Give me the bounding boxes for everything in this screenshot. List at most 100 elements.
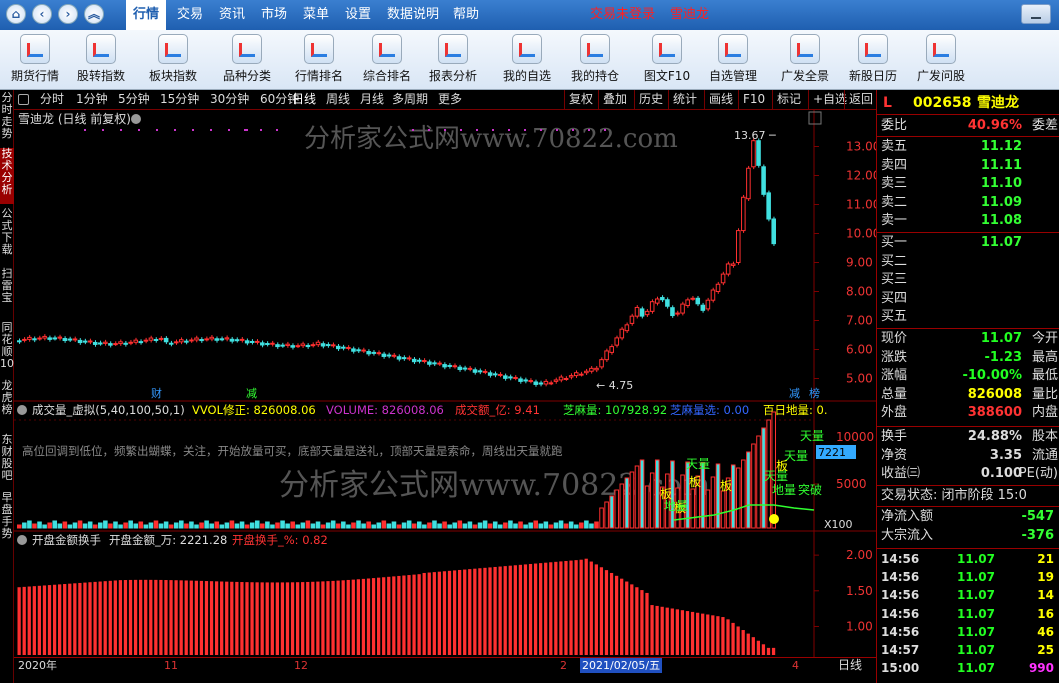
left-nav-item[interactable]: 早盘手势	[0, 492, 14, 540]
tool-7[interactable]: +自选	[808, 90, 847, 109]
open-bar	[73, 583, 77, 655]
open-bar	[599, 567, 604, 655]
open-bar	[108, 580, 112, 655]
toolbar-button-9[interactable]: 图文F10	[632, 32, 702, 88]
tick-price: 11.07	[957, 661, 995, 676]
left-nav-item[interactable]: 同花顺10	[0, 322, 14, 376]
open-bar	[731, 622, 735, 655]
volume-bar	[411, 523, 417, 529]
open-bar	[270, 582, 274, 655]
candle	[629, 315, 635, 324]
toolbar-button-11[interactable]: 广发全景	[770, 32, 840, 88]
left-nav-item[interactable]: 扫雷宝	[0, 268, 14, 318]
menu-shezhi[interactable]: 设置	[338, 0, 378, 30]
toolbar-icon	[438, 34, 468, 64]
menu-hangqing[interactable]: 行情	[126, 0, 166, 30]
toolbar-button-7[interactable]: 我的自选	[492, 32, 562, 88]
toolbar-button-0[interactable]: 期货行情	[0, 32, 70, 88]
quote-row: 总量 826008 量比	[877, 386, 1059, 404]
volume-bar	[22, 522, 27, 529]
candle	[32, 338, 37, 341]
menu-data-desc[interactable]: 数据说明	[382, 0, 444, 30]
toolbar-button-13[interactable]: 广发问股	[906, 32, 976, 88]
open-bar	[488, 567, 492, 655]
period-10[interactable]: 更多	[438, 90, 462, 109]
back-icon[interactable]: ‹	[32, 4, 52, 24]
up-icon[interactable]: ︽	[84, 4, 104, 24]
tool-6[interactable]: 标记	[772, 90, 801, 109]
candle	[543, 380, 549, 385]
tool-0[interactable]: 复权	[564, 90, 593, 109]
menu-shichang[interactable]: 市场	[254, 0, 294, 30]
left-nav-item[interactable]: 分时走势	[0, 92, 14, 144]
collapse-icon[interactable]	[18, 94, 29, 105]
toolbar-button-8[interactable]: 我的持仓	[560, 32, 630, 88]
left-nav-item[interactable]: 公式下载	[0, 208, 14, 264]
candle	[609, 346, 614, 353]
period-1[interactable]: 1分钟	[76, 90, 108, 109]
candle	[315, 341, 321, 346]
period-8[interactable]: 月线	[360, 90, 384, 109]
quote-value: 24.88%	[967, 429, 1022, 444]
tool-4[interactable]: 画线	[704, 90, 733, 109]
event-marker[interactable]: 榜	[809, 386, 820, 400]
volume-bar	[624, 477, 630, 529]
minimize-button[interactable]	[1021, 4, 1051, 24]
volume-bar	[487, 523, 493, 529]
menu-caidan[interactable]: 菜单	[296, 0, 336, 30]
menu-jiaoyi[interactable]: 交易	[170, 0, 210, 30]
flow-value: -376	[1021, 527, 1054, 543]
open-bar	[392, 576, 396, 655]
toolbar-button-10[interactable]: 自选管理	[698, 32, 768, 88]
toolbar-icon	[86, 34, 116, 64]
toolbar-button-1[interactable]: 股转指数	[66, 32, 136, 88]
event-marker[interactable]: 减	[246, 387, 257, 400]
volume-bar	[234, 523, 240, 529]
period-4[interactable]: 30分钟	[210, 90, 249, 109]
tool-1[interactable]: 叠加	[598, 90, 627, 109]
vol-indicator-2: VOLUME: 826008.06	[326, 403, 444, 417]
event-marker[interactable]: 减	[789, 387, 800, 400]
candle	[361, 349, 366, 352]
period-3[interactable]: 15分钟	[160, 90, 199, 109]
period-2[interactable]: 5分钟	[118, 90, 150, 109]
quote-label: 总量	[881, 386, 908, 402]
volume-bar	[533, 520, 539, 529]
left-nav-item[interactable]: 技术分析	[0, 148, 14, 204]
toolbar-button-6[interactable]: 报表分析	[418, 32, 488, 88]
candle	[548, 382, 554, 385]
toolbar-button-2[interactable]: 板块指数	[138, 32, 208, 88]
open-bar	[32, 586, 36, 655]
tool-3[interactable]: 统计	[668, 90, 697, 109]
open-bar	[98, 581, 102, 655]
period-0[interactable]: 分时	[40, 90, 64, 109]
home-icon[interactable]: ⌂	[6, 4, 26, 24]
tool-5[interactable]: F10	[738, 90, 765, 109]
forward-icon[interactable]: ›	[58, 4, 78, 24]
volume-bar	[265, 521, 270, 529]
login-status[interactable]: 交易未登录	[590, 0, 655, 30]
volume-bar	[67, 524, 73, 529]
axis-mode[interactable]: 日线	[838, 658, 862, 673]
candle	[725, 263, 731, 275]
left-nav-item[interactable]: 龙虎榜	[0, 380, 14, 430]
period-9[interactable]: 多周期	[392, 90, 428, 109]
period-6[interactable]: 日线	[292, 90, 316, 109]
event-marker[interactable]: 财	[151, 386, 162, 400]
open-bar	[447, 570, 452, 655]
quote-label: 涨跌	[881, 349, 908, 365]
tool-2[interactable]: 历史	[634, 90, 663, 109]
menu-zixun[interactable]: 资讯	[212, 0, 252, 30]
tool-8[interactable]: 返回	[844, 90, 873, 109]
toolbar-button-5[interactable]: 综合排名	[352, 32, 422, 88]
toolbar-button-3[interactable]: 品种分类	[212, 32, 282, 88]
open-bar	[650, 605, 654, 655]
left-nav-item[interactable]: 东财股吧	[0, 434, 14, 488]
weibi-value: 40.96%	[967, 118, 1022, 133]
menu-help[interactable]: 帮助	[446, 0, 486, 30]
period-7[interactable]: 周线	[326, 90, 350, 109]
toolbar-label: 综合排名	[362, 69, 411, 83]
chart-area[interactable]: 雪迪龙 (日线 前复权) 分析家公式网www.70822.com 13.00 12.0…	[14, 110, 876, 657]
toolbar-button-4[interactable]: 行情排名	[284, 32, 354, 88]
toolbar-button-12[interactable]: 新股日历	[838, 32, 908, 88]
